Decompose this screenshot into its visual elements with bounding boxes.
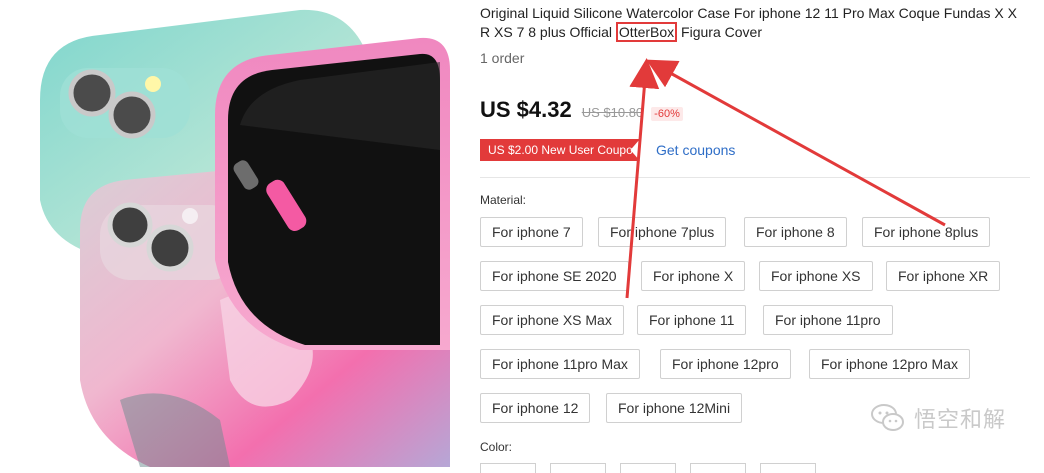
divider bbox=[480, 177, 1030, 178]
material-option[interactable]: For iphone 12pro bbox=[660, 349, 791, 379]
product-image bbox=[0, 0, 450, 467]
material-option[interactable]: For iphone X bbox=[641, 261, 746, 291]
material-option[interactable]: For iphone 11pro bbox=[763, 305, 893, 335]
material-option[interactable]: For iphone 12Mini bbox=[606, 393, 743, 423]
material-label: Material: bbox=[480, 193, 527, 207]
phone-cases-illustration bbox=[40, 9, 450, 467]
watermark-text: 悟空和解 bbox=[914, 407, 1007, 432]
material-option[interactable]: For iphone XS Max bbox=[480, 305, 624, 335]
material-option[interactable]: For iphone 8plus bbox=[862, 217, 991, 247]
color-swatch[interactable] bbox=[550, 463, 606, 473]
color-swatch[interactable] bbox=[690, 463, 746, 473]
material-option[interactable]: For iphone XR bbox=[886, 261, 1001, 291]
material-option[interactable]: For iphone SE 2020 bbox=[480, 261, 629, 291]
product-info: Original Liquid Silicone Watercolor Case… bbox=[480, 0, 1040, 473]
coupon-row: US $2.00 New User Coupon Get coupons bbox=[480, 139, 735, 161]
product-title[interactable]: Original Liquid Silicone Watercolor Case… bbox=[480, 4, 1020, 42]
get-coupons-link[interactable]: Get coupons bbox=[656, 142, 735, 158]
original-price: US $10.80 bbox=[581, 105, 644, 120]
wechat-icon bbox=[871, 404, 904, 431]
material-option[interactable]: For iphone 11pro Max bbox=[480, 349, 640, 379]
current-price: US $4.32 bbox=[480, 97, 572, 122]
watermark: 悟空和解 bbox=[870, 402, 1006, 434]
color-swatch[interactable] bbox=[620, 463, 676, 473]
price-row: US $4.32 US $10.80 -60% bbox=[480, 97, 683, 131]
material-option[interactable]: For iphone 7plus bbox=[598, 217, 727, 247]
new-user-coupon-tag[interactable]: US $2.00 New User Coupon bbox=[480, 139, 640, 161]
color-label: Color: bbox=[480, 440, 513, 454]
material-option[interactable]: For iphone 7 bbox=[480, 217, 583, 247]
material-option[interactable]: For iphone 12pro Max bbox=[809, 349, 970, 379]
title-highlight-otterbox: OtterBox bbox=[615, 22, 678, 42]
material-option[interactable]: For iphone 8 bbox=[744, 217, 847, 247]
order-count: 1 order bbox=[480, 50, 525, 66]
discount-badge: -60% bbox=[651, 107, 683, 121]
material-option[interactable]: For iphone XS bbox=[759, 261, 873, 291]
title-text-end: Figura Cover bbox=[677, 24, 762, 40]
material-option[interactable]: For iphone 11 bbox=[637, 305, 747, 335]
color-swatch[interactable] bbox=[760, 463, 816, 473]
material-option[interactable]: For iphone 12 bbox=[480, 393, 591, 423]
color-swatch[interactable] bbox=[480, 463, 536, 473]
